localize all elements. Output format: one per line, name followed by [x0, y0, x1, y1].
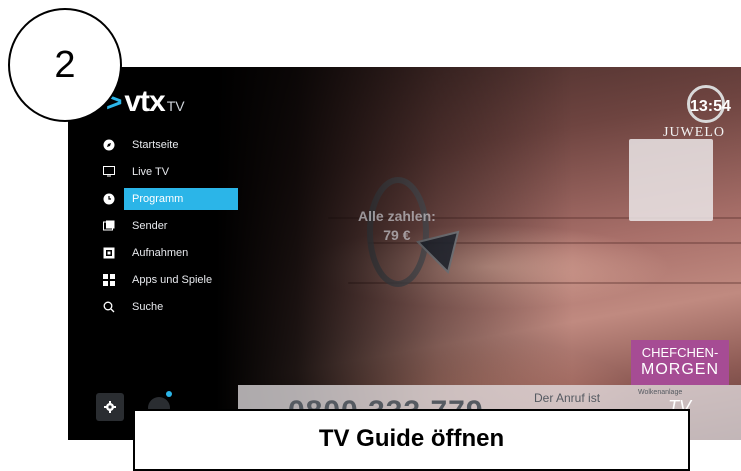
menu-item-aufnahmen[interactable]: Aufnahmen: [94, 241, 274, 264]
menu-item-sender[interactable]: Sender: [94, 214, 274, 237]
price-overlay: Alle zahlen: 79 €: [358, 207, 436, 245]
ticker-small-text: Wolkenanlage: [638, 389, 683, 396]
search-icon: [94, 301, 124, 313]
step-number: 2: [54, 43, 76, 86]
logo-text: vtx: [124, 85, 165, 118]
menu-item-live-tv[interactable]: Live TV: [94, 160, 274, 183]
notification-dot: [166, 391, 172, 397]
vtx-tv-logo: > vtx TV: [106, 85, 185, 119]
promo-line-2: MORGEN: [641, 361, 719, 378]
compass-icon: [94, 139, 124, 151]
logo-suffix: TV: [166, 98, 185, 114]
monitor-icon: [94, 166, 124, 177]
menu-item-label: Suche: [132, 300, 164, 313]
instruction-caption: TV Guide öffnen: [133, 409, 690, 471]
tv-stack-icon: [94, 220, 124, 232]
product-preview: [629, 139, 713, 221]
menu-item-label: Apps und Spiele: [132, 273, 213, 286]
channel-logo: 13:54 JUWELO: [663, 85, 731, 141]
clock-icon: [94, 193, 124, 205]
step-number-badge: 2: [8, 8, 122, 122]
promo-badge: CHEFCHEN- MORGEN: [631, 340, 729, 385]
tv-screen: > vtx TV Startseite Live TV Programm Sen…: [68, 67, 741, 440]
menu-item-label: Startseite: [132, 138, 179, 151]
recordings-icon: [94, 247, 124, 259]
ticker-text: Der Anruf ist: [534, 391, 601, 405]
caption-text: TV Guide öffnen: [318, 425, 505, 452]
menu-item-startseite[interactable]: Startseite: [94, 133, 274, 156]
grid-icon: [94, 273, 124, 286]
price-label: Alle zahlen:: [358, 208, 436, 224]
menu-item-programm[interactable]: Programm: [94, 187, 274, 210]
settings-button[interactable]: [96, 393, 124, 421]
menu-item-label: Sender: [132, 219, 168, 232]
main-menu: Startseite Live TV Programm Sender Aufna…: [94, 133, 274, 322]
channel-clock: 13:54: [687, 85, 731, 123]
menu-item-label: Aufnahmen: [132, 246, 189, 259]
menu-item-apps-und-spiele[interactable]: Apps und Spiele: [94, 268, 274, 291]
price-value: 79 €: [383, 227, 411, 243]
menu-item-suche[interactable]: Suche: [94, 295, 274, 318]
menu-item-label: Live TV: [132, 165, 170, 178]
menu-item-label: Programm: [124, 187, 238, 210]
promo-line-1: CHEFCHEN-: [641, 345, 719, 360]
gear-icon: [104, 401, 116, 413]
